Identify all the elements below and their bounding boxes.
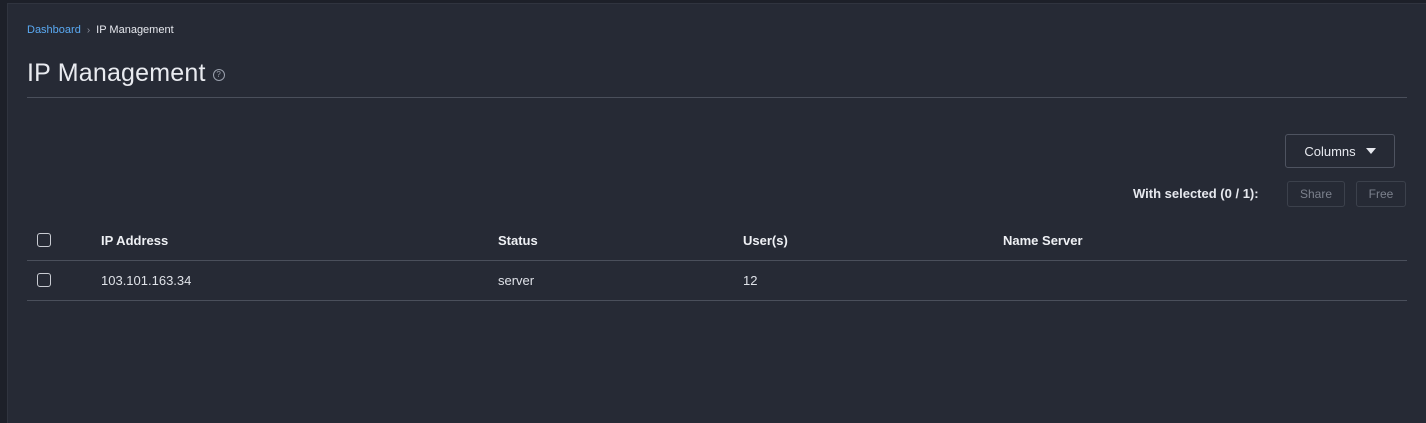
ip-table: IP Address Status User(s) Name Server 10… (27, 221, 1407, 301)
caret-down-icon (1365, 148, 1376, 154)
header-name-server[interactable]: Name Server (1003, 221, 1083, 261)
table-header-row: IP Address Status User(s) Name Server (27, 221, 1407, 261)
header-ip-address[interactable]: IP Address (101, 221, 168, 261)
help-icon[interactable]: ? (212, 68, 225, 81)
title-divider (27, 97, 1407, 98)
cell-status: server (498, 273, 535, 288)
row-checkbox[interactable] (37, 273, 51, 287)
share-button[interactable]: Share (1287, 181, 1345, 207)
main-panel: Dashboard › IP Management IP Management … (7, 3, 1426, 423)
columns-dropdown-button[interactable]: Columns (1285, 134, 1395, 168)
cell-ip-address: 103.101.163.34 (101, 273, 192, 288)
select-all-checkbox[interactable] (37, 233, 51, 247)
columns-label: Columns (1304, 143, 1356, 159)
breadcrumb-current: IP Management (96, 24, 174, 36)
breadcrumb-dashboard-link[interactable]: Dashboard (27, 24, 81, 36)
bulk-action-label: With selected (0 / 1): (1133, 186, 1259, 201)
cell-users: 12 (743, 273, 758, 288)
breadcrumb: Dashboard › IP Management (27, 24, 174, 36)
free-button[interactable]: Free (1356, 181, 1406, 207)
table-row: 103.101.163.34 server 12 (27, 261, 1407, 301)
header-status[interactable]: Status (498, 221, 538, 261)
page-title: IP Management (27, 59, 206, 87)
title-row: IP Management ? (27, 59, 225, 88)
header-users[interactable]: User(s) (743, 221, 788, 261)
chevron-right-icon: › (86, 24, 91, 36)
